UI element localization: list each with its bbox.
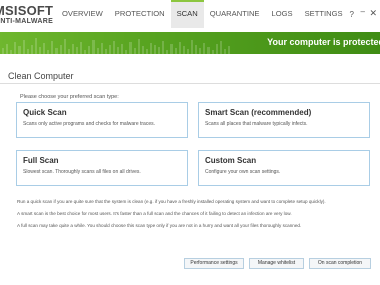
full-scan-button[interactable]: Full Scan Slowest scan. Thoroughly scans… bbox=[16, 150, 188, 186]
brand-name: MSISOFT bbox=[0, 4, 54, 18]
on-scan-completion-button[interactable]: On scan completion bbox=[309, 258, 371, 269]
smart-scan-title: Smart Scan (recommended) bbox=[205, 108, 312, 117]
tab-protection[interactable]: PROTECTION bbox=[109, 0, 171, 28]
close-icon[interactable]: ✕ bbox=[369, 8, 377, 19]
status-bar-stripe bbox=[195, 45, 198, 54]
status-bar-stripe bbox=[63, 39, 66, 54]
status-bar-stripe bbox=[38, 47, 42, 54]
status-bar-stripe bbox=[92, 40, 95, 54]
tab-scan[interactable]: SCAN bbox=[170, 0, 204, 28]
status-bar-stripe bbox=[59, 45, 62, 54]
performance-settings-button[interactable]: Performance settings bbox=[184, 258, 244, 269]
title-divider bbox=[0, 83, 380, 84]
status-bar-stripe bbox=[75, 47, 79, 54]
tab-settings[interactable]: SETTINGS bbox=[299, 0, 349, 28]
quick-scan-info: Run a quick scan if you are quite sure t… bbox=[17, 199, 326, 204]
minimize-icon[interactable]: – bbox=[361, 7, 365, 16]
quick-scan-title: Quick Scan bbox=[23, 108, 67, 117]
status-bar-stripe bbox=[158, 47, 161, 54]
status-bar-stripe bbox=[219, 41, 222, 54]
tab-quarantine[interactable]: QUARANTINE bbox=[204, 0, 266, 28]
brand-subtitle: ANTI-MALWARE bbox=[0, 18, 54, 25]
custom-scan-button[interactable]: Custom Scan Configure your own scan sett… bbox=[198, 150, 370, 186]
status-bar-stripe bbox=[137, 39, 140, 54]
status-bar-stripe bbox=[18, 46, 21, 54]
status-bar-stripe bbox=[112, 41, 116, 54]
status-bar-stripe bbox=[34, 38, 37, 54]
status-bar-stripe bbox=[129, 42, 132, 54]
status-bar-stripe bbox=[228, 46, 231, 54]
custom-scan-description: Configure your own scan settings. bbox=[205, 169, 281, 175]
status-bar-stripe bbox=[203, 43, 206, 54]
manage-whitelist-button[interactable]: Manage whitelist bbox=[249, 258, 304, 269]
quick-scan-button[interactable]: Quick Scan Scans only active programs an… bbox=[16, 102, 188, 138]
status-bar-stripe bbox=[121, 44, 124, 54]
tab-overview[interactable]: OVERVIEW bbox=[56, 0, 109, 28]
status-bar-stripe bbox=[170, 44, 173, 54]
tab-logs[interactable]: LOGS bbox=[266, 0, 299, 28]
top-bar: MSISOFT ANTI-MALWARE OVERVIEW PROTECTION… bbox=[0, 0, 380, 30]
scan-type-prompt: Please choose your preferred scan type: bbox=[20, 94, 119, 100]
status-bar-stripe bbox=[100, 43, 103, 54]
smart-scan-info: A smart scan is the best choice for most… bbox=[17, 211, 292, 216]
logo: MSISOFT ANTI-MALWARE bbox=[0, 4, 56, 26]
status-bar-stripe bbox=[207, 47, 210, 54]
status-bar-stripe bbox=[22, 40, 25, 54]
status-bar-stripe bbox=[108, 45, 111, 54]
smart-scan-button[interactable]: Smart Scan (recommended) Scans all place… bbox=[198, 102, 370, 138]
status-bar-stripe bbox=[51, 41, 54, 54]
status-bar-stripe bbox=[149, 43, 153, 54]
full-scan-description: Slowest scan. Thoroughly scans all files… bbox=[23, 169, 141, 175]
status-bar-stripe bbox=[182, 46, 185, 54]
status-bar-stripe bbox=[215, 44, 218, 54]
status-bar-stripe bbox=[88, 46, 91, 54]
status-bar-stripe bbox=[43, 43, 46, 54]
status-bar-stripe bbox=[191, 40, 194, 54]
full-scan-title: Full Scan bbox=[23, 156, 59, 165]
status-bar-stripe bbox=[117, 47, 120, 54]
status-bar-pattern bbox=[0, 32, 231, 54]
status-bar-stripe bbox=[71, 44, 74, 54]
status-bar-stripe bbox=[154, 45, 157, 54]
status-bar-stripe bbox=[162, 41, 165, 54]
page-title: Clean Computer bbox=[8, 71, 74, 81]
full-scan-info: A full scan may take quite a while. You … bbox=[17, 223, 302, 228]
protection-status-text: Your computer is protected bbox=[267, 37, 380, 47]
scan-panel: Clean Computer Please choose your prefer… bbox=[0, 54, 380, 285]
status-bar-stripe bbox=[141, 46, 144, 54]
help-icon[interactable]: ? bbox=[350, 10, 354, 19]
quick-scan-description: Scans only active programs and checks fo… bbox=[23, 121, 155, 127]
main-nav: OVERVIEW PROTECTION SCAN QUARANTINE LOGS… bbox=[56, 0, 349, 30]
smart-scan-description: Scans all places that malware typically … bbox=[205, 121, 308, 127]
status-bar-stripe bbox=[80, 42, 83, 54]
protection-status-bar: Your computer is protected bbox=[0, 32, 380, 54]
status-bar-stripe bbox=[30, 45, 33, 54]
status-bar-stripe bbox=[178, 42, 181, 54]
custom-scan-title: Custom Scan bbox=[205, 156, 257, 165]
status-bar-stripe bbox=[14, 42, 17, 54]
status-bar-stripe bbox=[6, 44, 9, 54]
